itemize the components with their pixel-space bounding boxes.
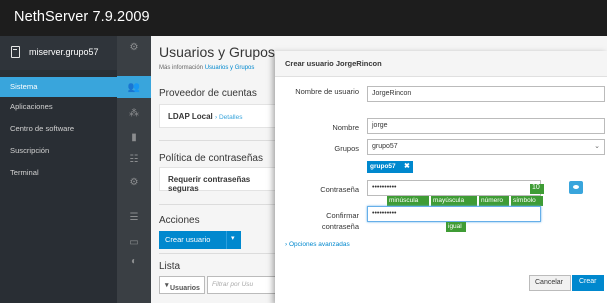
more-info: Más información Usuarios y Grupos (159, 65, 254, 71)
actions-heading: Acciones (159, 215, 200, 226)
network-icon[interactable]: ⁂ (117, 102, 151, 124)
password-field[interactable]: •••••••••• (367, 180, 541, 196)
divider (226, 231, 227, 249)
username-field[interactable]: JorgeRincon (367, 86, 605, 102)
icon-column: ⚙ 👥 ⁂ ▮ ☷ ⚙ ☰ ▭ ◐ (117, 36, 151, 303)
host-selector[interactable]: miserver.grupo57 (0, 36, 117, 70)
users-select[interactable]: Usuarios ▾ (159, 276, 205, 294)
provider-details-link[interactable]: Detalles (219, 114, 242, 121)
name-field[interactable]: jorge (367, 118, 605, 134)
app-title: NethServer 7.9.2009 (14, 9, 150, 25)
provider-name: LDAP Local › Detalles (168, 112, 243, 121)
policy-value: Requerir contraseñas seguras (168, 175, 251, 193)
services-icon[interactable]: ☷ (117, 148, 151, 170)
password-label: Contraseña (320, 185, 359, 194)
badge-symbol: símbolo (511, 196, 543, 206)
password-length-badge: 10 (530, 184, 544, 194)
modal-header: Crear usuario JorgeRincon (275, 51, 607, 77)
sidebar-item-centro-software[interactable]: Centro de software (0, 119, 117, 139)
settings-icon[interactable]: ⚙ (117, 36, 151, 58)
chevron-down-icon: ⌄ (594, 143, 600, 150)
sidebar-item-suscripcion[interactable]: Suscripción (0, 141, 117, 161)
sidebar: miserver.grupo57 Sistema Aplicaciones Ce… (0, 36, 117, 303)
sidebar-item-aplicaciones[interactable]: Aplicaciones (0, 97, 117, 117)
name-value: jorge (372, 122, 388, 129)
server-icon (11, 46, 20, 58)
name-label: Nombre (332, 123, 359, 132)
badge-number: número (479, 196, 509, 206)
modal-title: Crear usuario JorgeRincon (285, 59, 382, 68)
divider (159, 204, 279, 205)
sidebar-item-label: Aplicaciones (10, 102, 53, 111)
confirm-label: Confirmar contraseña (321, 211, 359, 231)
advanced-options-toggle[interactable]: › Opciones avanzadas (285, 241, 350, 248)
create-user-button[interactable]: Crear usuario ▾ (159, 231, 241, 249)
close-icon[interactable]: ✖ (404, 162, 410, 170)
sidebar-item-label: Suscripción (10, 146, 50, 155)
group-tag-label: grupo57 (370, 163, 396, 170)
divider (159, 140, 279, 141)
sidebar-item-terminal[interactable]: Terminal (0, 163, 117, 183)
list-toolbar: Usuarios ▾ Filtrar por Usu (159, 276, 279, 294)
policy-box: Requerir contraseñas seguras (159, 167, 279, 193)
top-bar: NethServer 7.9.2009 (0, 0, 607, 36)
badge-match: igual (446, 222, 466, 232)
list-heading: Lista (159, 261, 181, 272)
divider (159, 253, 279, 254)
badge-uppercase: mayúscula (431, 196, 477, 206)
users-icon[interactable]: 👥 (117, 76, 151, 98)
create-label: Crear (579, 278, 597, 285)
storage-icon[interactable]: ▮ (117, 126, 151, 148)
filter-placeholder: Filtrar por Usu (212, 281, 254, 288)
sidebar-item-label: Centro de software (10, 124, 75, 133)
eye-icon[interactable] (569, 181, 583, 194)
cancel-button[interactable]: Cancelar (529, 275, 571, 291)
create-user-label: Crear usuario (165, 235, 211, 244)
username-value: JorgeRincon (372, 90, 412, 97)
page-title: Usuarios y Grupos (159, 44, 275, 60)
group-tag: grupo57 ✖ (367, 161, 413, 173)
groups-value: grupo57 (372, 143, 398, 150)
provider-box: LDAP Local › Detalles (159, 104, 279, 128)
username-label: Nombre de usuario (295, 87, 359, 96)
more-info-link[interactable]: Usuarios y Grupos (205, 65, 255, 71)
sidebar-item-label: Sistema (10, 82, 38, 91)
cancel-label: Cancelar (535, 279, 564, 286)
confirm-password-field[interactable]: •••••••••• (367, 206, 541, 222)
groups-select[interactable]: grupo57 ⌄ (367, 139, 605, 155)
sidebar-item-sistema[interactable]: Sistema (0, 77, 117, 97)
badge-lowercase: minúscula (387, 196, 429, 206)
terminal-icon[interactable]: ◐ (117, 250, 151, 272)
password-value: •••••••••• (372, 184, 397, 191)
confirm-value: •••••••••• (372, 210, 397, 217)
sidebar-item-label: Terminal (10, 168, 39, 177)
chevron-down-icon[interactable]: ▾ (231, 234, 235, 242)
create-button[interactable]: Crear (572, 275, 604, 291)
users-select-label: Usuarios (170, 285, 200, 292)
create-user-modal: Crear usuario JorgeRincon Nombre de usua… (275, 51, 607, 303)
filter-input[interactable]: Filtrar por Usu (207, 276, 279, 294)
more-info-label: Más información (159, 65, 204, 71)
policy-heading: Política de contraseñas (159, 153, 263, 164)
host-name: miserver.grupo57 (29, 47, 99, 57)
advanced-options-label: Opciones avanzadas (288, 241, 350, 248)
certificates-icon[interactable]: ⚙ (117, 171, 151, 193)
provider-heading: Proveedor de cuentas (159, 88, 257, 99)
groups-label: Grupos (334, 144, 359, 153)
logs-icon[interactable]: ☰ (117, 206, 151, 228)
